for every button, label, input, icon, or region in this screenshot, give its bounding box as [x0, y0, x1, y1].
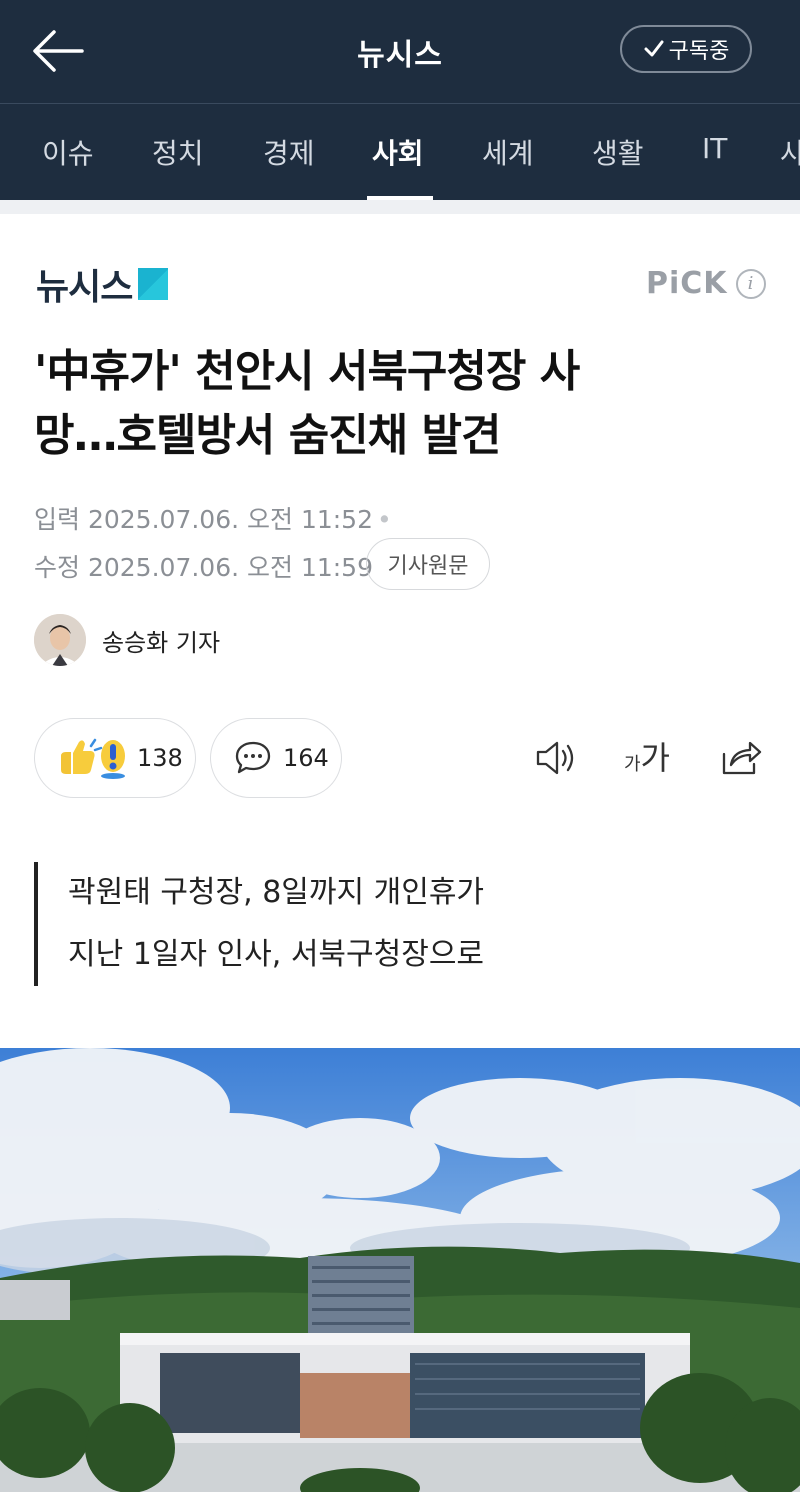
tab-society[interactable]: 사회	[372, 132, 424, 172]
category-tabs: 이슈 정치 경제 사회 세계 생활 IT 사	[0, 104, 800, 200]
tab-it[interactable]: IT	[702, 132, 727, 165]
tab-politics[interactable]: 정치	[152, 132, 204, 172]
reaction-button[interactable]: 138	[34, 718, 196, 798]
share-icon	[722, 741, 762, 775]
modified-label: 수정	[34, 553, 81, 582]
comment-icon	[235, 741, 271, 774]
info-icon[interactable]: i	[735, 268, 766, 299]
original-article-button[interactable]: 기사원문	[366, 538, 490, 590]
reaction-thumb-icon	[61, 740, 95, 774]
avatar	[34, 614, 86, 666]
reporter[interactable]: 송승화 기자	[34, 614, 220, 666]
summary-line-2: 지난 1일자 인사, 서북구청장으로	[68, 937, 485, 972]
pick-label: PiCK	[646, 266, 728, 301]
pick-badge[interactable]: PiCK i	[646, 266, 766, 301]
separator-dot: •	[377, 505, 392, 534]
headline-line-1: '中휴가' 천안시 서북구청장 사	[34, 346, 580, 397]
font-size-button[interactable]: 가 가	[618, 734, 676, 782]
published-time: 입력 2025.07.06. 오전 11:52 •	[34, 500, 392, 536]
tab-economy[interactable]: 경제	[263, 132, 315, 172]
reporter-photo	[34, 614, 86, 666]
headline-line-2: 망…호텔방서 숨진채 발견	[34, 410, 501, 461]
article-headline: '中휴가' 천안시 서북구청장 사 망…호텔방서 숨진채 발견	[34, 340, 774, 468]
published-label: 입력	[34, 505, 81, 534]
comment-button[interactable]: 164	[210, 718, 342, 798]
tab-more[interactable]: 사	[780, 132, 800, 172]
published-value: 2025.07.06. 오전 11:52	[87, 505, 373, 534]
tab-issue[interactable]: 이슈	[42, 132, 94, 172]
modified-value: 2025.07.06. 오전 11:59	[87, 553, 373, 582]
summary-line-1: 곽원태 구청장, 8일까지 개인휴가	[68, 875, 485, 910]
check-icon	[644, 40, 664, 57]
reporter-name: 송승화 기자	[102, 628, 221, 657]
reaction-exclaim-icon	[89, 738, 125, 779]
tab-world[interactable]: 세계	[482, 132, 534, 172]
subscribe-label: 구독중	[668, 39, 730, 64]
press-logo-text: 뉴시스	[36, 267, 133, 308]
press-logo[interactable]: 뉴시스	[36, 264, 169, 308]
speaker-icon	[536, 741, 574, 775]
article-photo	[0, 1048, 800, 1492]
share-button[interactable]	[716, 734, 764, 782]
font-size-icon: 가 가	[624, 740, 670, 776]
tab-life[interactable]: 생활	[592, 132, 644, 172]
city-hall-image	[0, 1048, 800, 1492]
reaction-count: 138	[137, 744, 183, 772]
comment-count: 164	[283, 744, 329, 772]
font-size-large: 가	[640, 739, 670, 777]
subscribe-button[interactable]: 구독중	[620, 25, 752, 73]
section-gap	[0, 200, 800, 214]
article-summary: 곽원태 구청장, 8일까지 개인휴가 지난 1일자 인사, 서북구청장으로	[34, 862, 484, 986]
listen-button[interactable]	[530, 734, 582, 782]
font-size-small: 가	[623, 754, 641, 775]
top-bar: 뉴시스 구독중	[0, 0, 800, 103]
modified-time: 수정 2025.07.06. 오전 11:59	[34, 548, 373, 584]
press-logo-mark	[138, 268, 169, 300]
reaction-icon	[61, 738, 125, 779]
